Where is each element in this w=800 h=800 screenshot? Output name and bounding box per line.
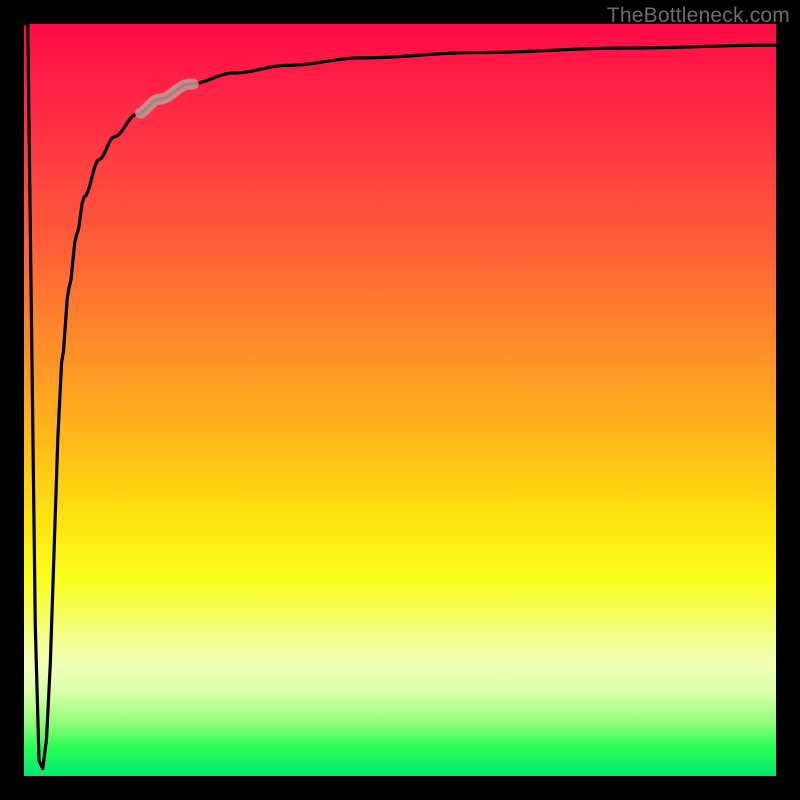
watermark-text: TheBottleneck.com	[607, 4, 790, 28]
bottleneck-curve	[24, 24, 776, 768]
curve-highlight-segment	[141, 84, 194, 113]
chart-svg	[24, 24, 776, 776]
